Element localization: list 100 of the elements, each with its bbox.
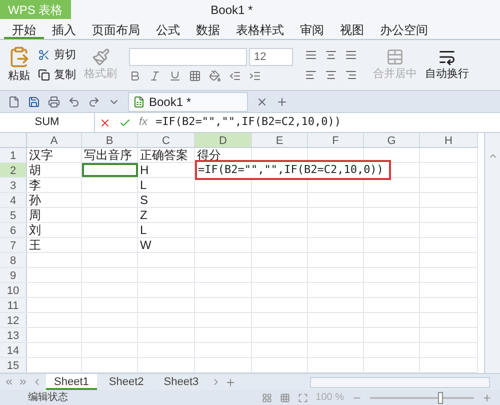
horizontal-scrollbar[interactable] [310,376,490,388]
row-header[interactable]: 5 [0,208,27,222]
align-left-icon[interactable] [305,69,317,81]
column-header[interactable]: F [308,133,364,148]
font-size-field[interactable]: 12 [249,48,293,66]
menu-tab[interactable]: 审阅 [292,20,332,39]
row-header[interactable]: 7 [0,238,27,252]
cell-text: 汉字 [29,148,53,162]
row-header[interactable]: 13 [0,328,27,342]
column-header[interactable]: D [195,133,252,148]
row-header[interactable]: 2 [0,163,27,178]
row-header[interactable]: 3 [0,178,27,192]
row-header[interactable]: 1 [0,148,27,162]
row-header[interactable]: 14 [0,343,27,358]
row-header[interactable]: 12 [0,313,27,328]
row-header[interactable]: 4 [0,193,27,208]
cell-text: W [140,238,152,252]
normal-view-icon[interactable] [262,392,272,403]
zoom-in-icon[interactable] [482,392,492,403]
zoom-percent: 100 % [316,391,344,405]
scissors-icon [38,48,50,61]
cancel-icon[interactable] [99,116,111,129]
cell-text: 正确答案 [140,148,188,162]
close-icon[interactable] [256,96,268,108]
cell-text: 李 [29,178,41,192]
window-title: Book1 * [210,2,253,19]
sheet-tab[interactable]: Sheet3 [156,374,207,390]
menu-tab[interactable]: 办公空间 [372,20,436,39]
fill-color-icon[interactable] [209,70,221,82]
fullscreen-icon[interactable] [298,392,308,403]
formula-field[interactable]: =IF(B2="","",IF(B2=C2,10,0)) [156,114,341,131]
bold-icon[interactable] [129,70,141,82]
redo-icon[interactable] [88,96,100,108]
cut-button[interactable]: 剪切 [38,46,76,63]
row-header[interactable]: 10 [0,283,27,298]
font-name-field[interactable] [129,48,247,66]
align-bottom-icon[interactable] [345,49,357,61]
save-icon[interactable] [28,96,40,108]
paintbrush-icon[interactable] [92,48,110,66]
sheet-tab[interactable]: Sheet1 [46,374,97,390]
cell-text: 刘 [29,223,41,238]
menu-tab[interactable]: 插入 [44,20,84,39]
new-file-icon[interactable] [8,96,20,108]
underline-icon[interactable] [169,70,181,82]
copy-icon [38,69,50,82]
cell-editor[interactable]: =IF(B2="","",IF(B2=C2,10,0)) [195,160,391,180]
first-sheet-icon[interactable] [4,377,14,388]
indent-increase-icon[interactable] [249,70,261,82]
menu-tab[interactable]: 数据 [188,20,228,39]
cell-text: L [140,178,147,192]
cell-text: Z [140,208,148,222]
print-icon[interactable] [48,96,60,108]
selected-cell[interactable] [82,163,138,178]
function-icon[interactable]: fx [139,114,148,131]
italic-icon[interactable] [149,70,161,82]
column-header[interactable]: G [364,133,420,148]
align-middle-icon[interactable] [325,49,337,61]
paste-button[interactable]: 粘贴 [8,68,30,84]
paste-icon[interactable] [8,46,30,68]
menu-tab[interactable]: 公式 [148,20,188,39]
row-header[interactable]: 9 [0,268,27,282]
cell-text: 王 [29,238,41,252]
cell-text: 孙 [29,193,41,208]
vertical-scrollbar[interactable] [484,133,500,374]
confirm-icon[interactable] [119,116,131,129]
spreadsheet-file-icon [133,96,145,108]
merge-cells-icon[interactable] [386,48,404,66]
row-header[interactable]: 8 [0,253,27,268]
status-text: 编辑状态 [28,390,68,405]
align-right-icon[interactable] [345,69,357,81]
column-header[interactable]: E [252,133,308,148]
last-sheet-icon[interactable] [18,377,28,388]
wrap-text-button[interactable]: 自动换行 [425,66,469,82]
column-header[interactable]: A [27,133,82,148]
add-sheet-icon[interactable] [224,376,236,388]
new-tab-icon[interactable] [276,96,288,108]
align-center-icon[interactable] [325,69,337,81]
menu-tab[interactable]: 页面布局 [84,20,148,39]
column-header[interactable]: H [420,133,478,148]
cell-text: S [140,193,148,208]
copy-button[interactable]: 复制 [38,67,76,84]
menu-tab[interactable]: 视图 [332,20,372,39]
name-box[interactable]: SUM [0,113,95,132]
cell-text: 胡 [29,163,41,178]
document-tab[interactable]: Book1 * [128,92,248,112]
sheet-tab[interactable]: Sheet2 [100,374,152,390]
cell-text: L [140,223,147,238]
borders-icon[interactable] [189,70,201,82]
row-header[interactable]: 6 [0,223,27,238]
undo-icon[interactable] [68,96,80,108]
row-header[interactable]: 15 [0,358,27,372]
indent-decrease-icon[interactable] [229,70,241,82]
zoom-slider-thumb[interactable] [438,392,443,404]
row-header[interactable]: 11 [0,298,27,312]
menu-tab[interactable]: 表格样式 [228,20,292,39]
page-break-view-icon[interactable] [280,392,290,403]
cell-text: 得分 [197,148,221,162]
zoom-slider[interactable] [370,392,474,404]
align-top-icon[interactable] [305,49,317,61]
column-header[interactable]: B [82,133,138,148]
